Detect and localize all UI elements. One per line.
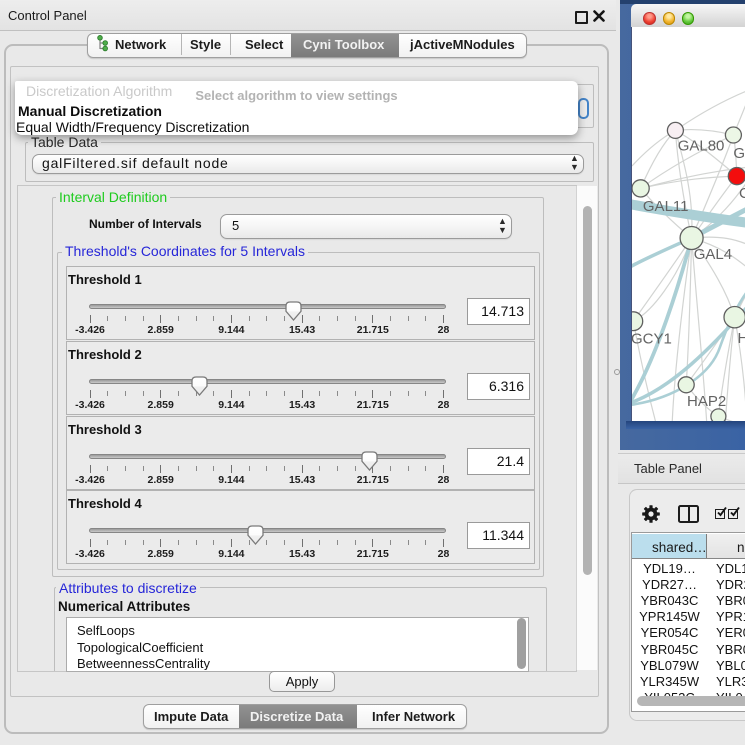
svg-text:GAL80: GAL80: [678, 137, 725, 154]
svg-text:GAL4: GAL4: [694, 246, 732, 263]
svg-text:GAL11: GAL11: [643, 198, 689, 215]
svg-text:C: C: [739, 185, 745, 202]
svg-text:HAP2: HAP2: [687, 393, 726, 410]
svg-text:H: H: [738, 330, 745, 347]
svg-text:GCY1: GCY1: [632, 331, 672, 348]
svg-text:GA: GA: [733, 145, 745, 162]
